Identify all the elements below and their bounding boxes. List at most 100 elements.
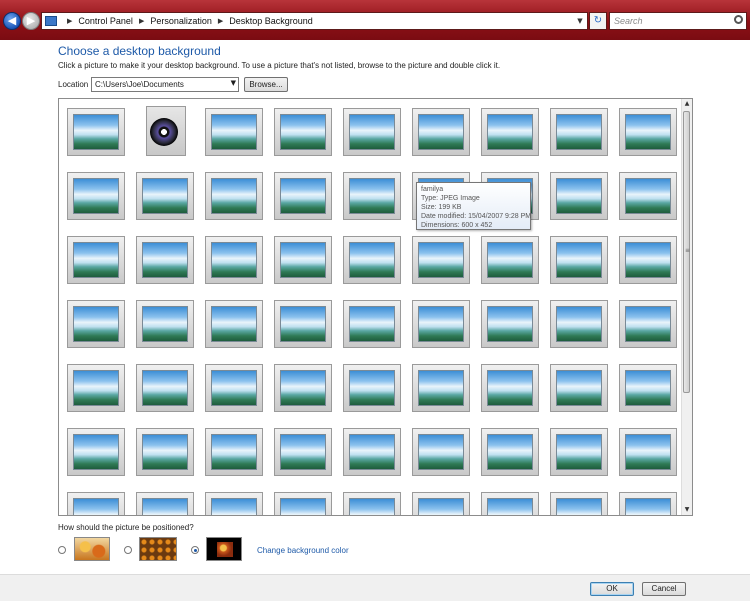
picture-thumbnail[interactable] — [481, 364, 539, 412]
picture-thumbnail[interactable] — [550, 300, 608, 348]
position-fill-preview[interactable] — [74, 537, 110, 561]
picture-thumbnail[interactable] — [619, 236, 677, 284]
picture-thumbnail[interactable] — [136, 300, 194, 348]
change-background-color-link[interactable]: Change background color — [257, 546, 349, 555]
picture-thumbnail[interactable] — [205, 236, 263, 284]
position-center-radio[interactable] — [191, 546, 199, 554]
picture-thumbnail[interactable] — [274, 364, 332, 412]
picture-thumbnail[interactable] — [136, 236, 194, 284]
picture-thumbnail[interactable] — [205, 108, 263, 156]
chevron-down-icon[interactable]: ▼ — [573, 17, 587, 25]
picture-thumbnail[interactable] — [550, 428, 608, 476]
picture-thumbnail[interactable] — [343, 300, 401, 348]
chevron-right-icon[interactable]: ▶ — [218, 17, 223, 25]
picture-icon — [556, 434, 602, 470]
picture-thumbnail[interactable] — [412, 492, 470, 515]
picture-thumbnail[interactable] — [343, 492, 401, 515]
search-placeholder: Search — [614, 16, 643, 26]
picture-icon — [625, 114, 671, 150]
position-fill-radio[interactable] — [58, 546, 66, 554]
picture-thumbnail[interactable] — [412, 236, 470, 284]
picture-thumbnail[interactable] — [67, 172, 125, 220]
picture-thumbnail[interactable] — [67, 300, 125, 348]
picture-thumbnail[interactable] — [481, 236, 539, 284]
picture-thumbnail[interactable] — [550, 492, 608, 515]
picture-icon — [556, 114, 602, 150]
picture-thumbnail[interactable] — [205, 300, 263, 348]
picture-thumbnail[interactable] — [67, 428, 125, 476]
picture-icon — [625, 370, 671, 406]
picture-thumbnail[interactable] — [550, 364, 608, 412]
control-panel-icon — [45, 16, 57, 26]
picture-thumbnail[interactable] — [205, 172, 263, 220]
picture-thumbnail[interactable] — [412, 364, 470, 412]
picture-thumbnail[interactable] — [481, 108, 539, 156]
picture-thumbnail[interactable] — [550, 108, 608, 156]
breadcrumb-control-panel[interactable]: Control Panel — [78, 16, 133, 26]
picture-thumbnail[interactable] — [619, 300, 677, 348]
picture-thumbnail[interactable] — [274, 300, 332, 348]
picture-thumbnail[interactable] — [481, 300, 539, 348]
picture-thumbnail[interactable] — [67, 236, 125, 284]
back-button[interactable]: ◀ — [3, 12, 21, 30]
vertical-scrollbar[interactable]: ▲ ≡ ▼ — [681, 99, 692, 515]
breadcrumb-desktop-background[interactable]: Desktop Background — [229, 16, 313, 26]
picture-thumbnail[interactable] — [619, 492, 677, 515]
picture-thumbnail[interactable] — [481, 428, 539, 476]
picture-thumbnail[interactable] — [136, 428, 194, 476]
scroll-down-icon[interactable]: ▼ — [682, 505, 692, 515]
picture-thumbnail[interactable] — [343, 428, 401, 476]
picture-thumbnail[interactable] — [343, 172, 401, 220]
picture-thumbnail[interactable] — [136, 172, 194, 220]
picture-thumbnail[interactable] — [550, 236, 608, 284]
picture-thumbnail[interactable] — [67, 108, 125, 156]
chevron-right-icon[interactable]: ▶ — [67, 17, 72, 25]
picture-icon — [556, 242, 602, 278]
picture-thumbnail[interactable] — [274, 492, 332, 515]
picture-thumbnail[interactable] — [67, 364, 125, 412]
picture-icon — [142, 178, 188, 214]
chevron-down-icon[interactable]: ▼ — [231, 79, 236, 87]
picture-thumbnail[interactable] — [619, 172, 677, 220]
search-icon[interactable] — [734, 15, 743, 24]
scrollbar-thumb[interactable]: ≡ — [683, 111, 690, 393]
chevron-right-icon[interactable]: ▶ — [139, 17, 144, 25]
picture-thumbnail[interactable] — [619, 364, 677, 412]
refresh-button[interactable]: ↻ — [589, 12, 607, 30]
picture-thumbnail[interactable] — [274, 236, 332, 284]
picture-thumbnail[interactable] — [412, 428, 470, 476]
picture-thumbnail[interactable] — [205, 492, 263, 515]
picture-thumbnail[interactable] — [412, 300, 470, 348]
position-tile-radio[interactable] — [124, 546, 132, 554]
picture-thumbnail[interactable] — [136, 492, 194, 515]
ok-button[interactable]: OK — [590, 582, 634, 596]
cancel-button[interactable]: Cancel — [642, 582, 686, 596]
location-dropdown[interactable]: C:\Users\Joe\Documents ▼ — [91, 77, 239, 92]
picture-thumbnail[interactable] — [343, 364, 401, 412]
picture-thumbnail[interactable] — [205, 428, 263, 476]
browse-button[interactable]: Browse... — [244, 77, 288, 92]
scroll-up-icon[interactable]: ▲ — [682, 99, 692, 109]
position-center-preview[interactable] — [206, 537, 242, 561]
picture-thumbnail[interactable] — [136, 364, 194, 412]
picture-thumbnail[interactable] — [67, 492, 125, 515]
address-bar[interactable]: ▶ Control Panel ▶ Personalization ▶ Desk… — [41, 12, 588, 30]
media-file-thumbnail[interactable] — [136, 106, 194, 156]
picture-thumbnail[interactable] — [619, 108, 677, 156]
picture-thumbnail[interactable] — [619, 428, 677, 476]
picture-thumbnail[interactable] — [205, 364, 263, 412]
picture-thumbnail[interactable] — [274, 428, 332, 476]
picture-thumbnail[interactable] — [412, 108, 470, 156]
picture-icon — [73, 498, 119, 515]
picture-thumbnail[interactable] — [274, 172, 332, 220]
picture-thumbnail[interactable] — [481, 492, 539, 515]
position-tile-preview[interactable] — [139, 537, 177, 561]
picture-thumbnail[interactable] — [274, 108, 332, 156]
forward-button[interactable]: ▶ — [22, 12, 40, 30]
breadcrumb-personalization[interactable]: Personalization — [150, 16, 212, 26]
search-input[interactable]: Search — [609, 12, 747, 30]
picture-thumbnail[interactable] — [343, 108, 401, 156]
picture-thumbnail[interactable] — [343, 236, 401, 284]
picture-thumbnail[interactable] — [550, 172, 608, 220]
picture-gallery[interactable]: ▲ ≡ ▼ — [58, 98, 693, 516]
